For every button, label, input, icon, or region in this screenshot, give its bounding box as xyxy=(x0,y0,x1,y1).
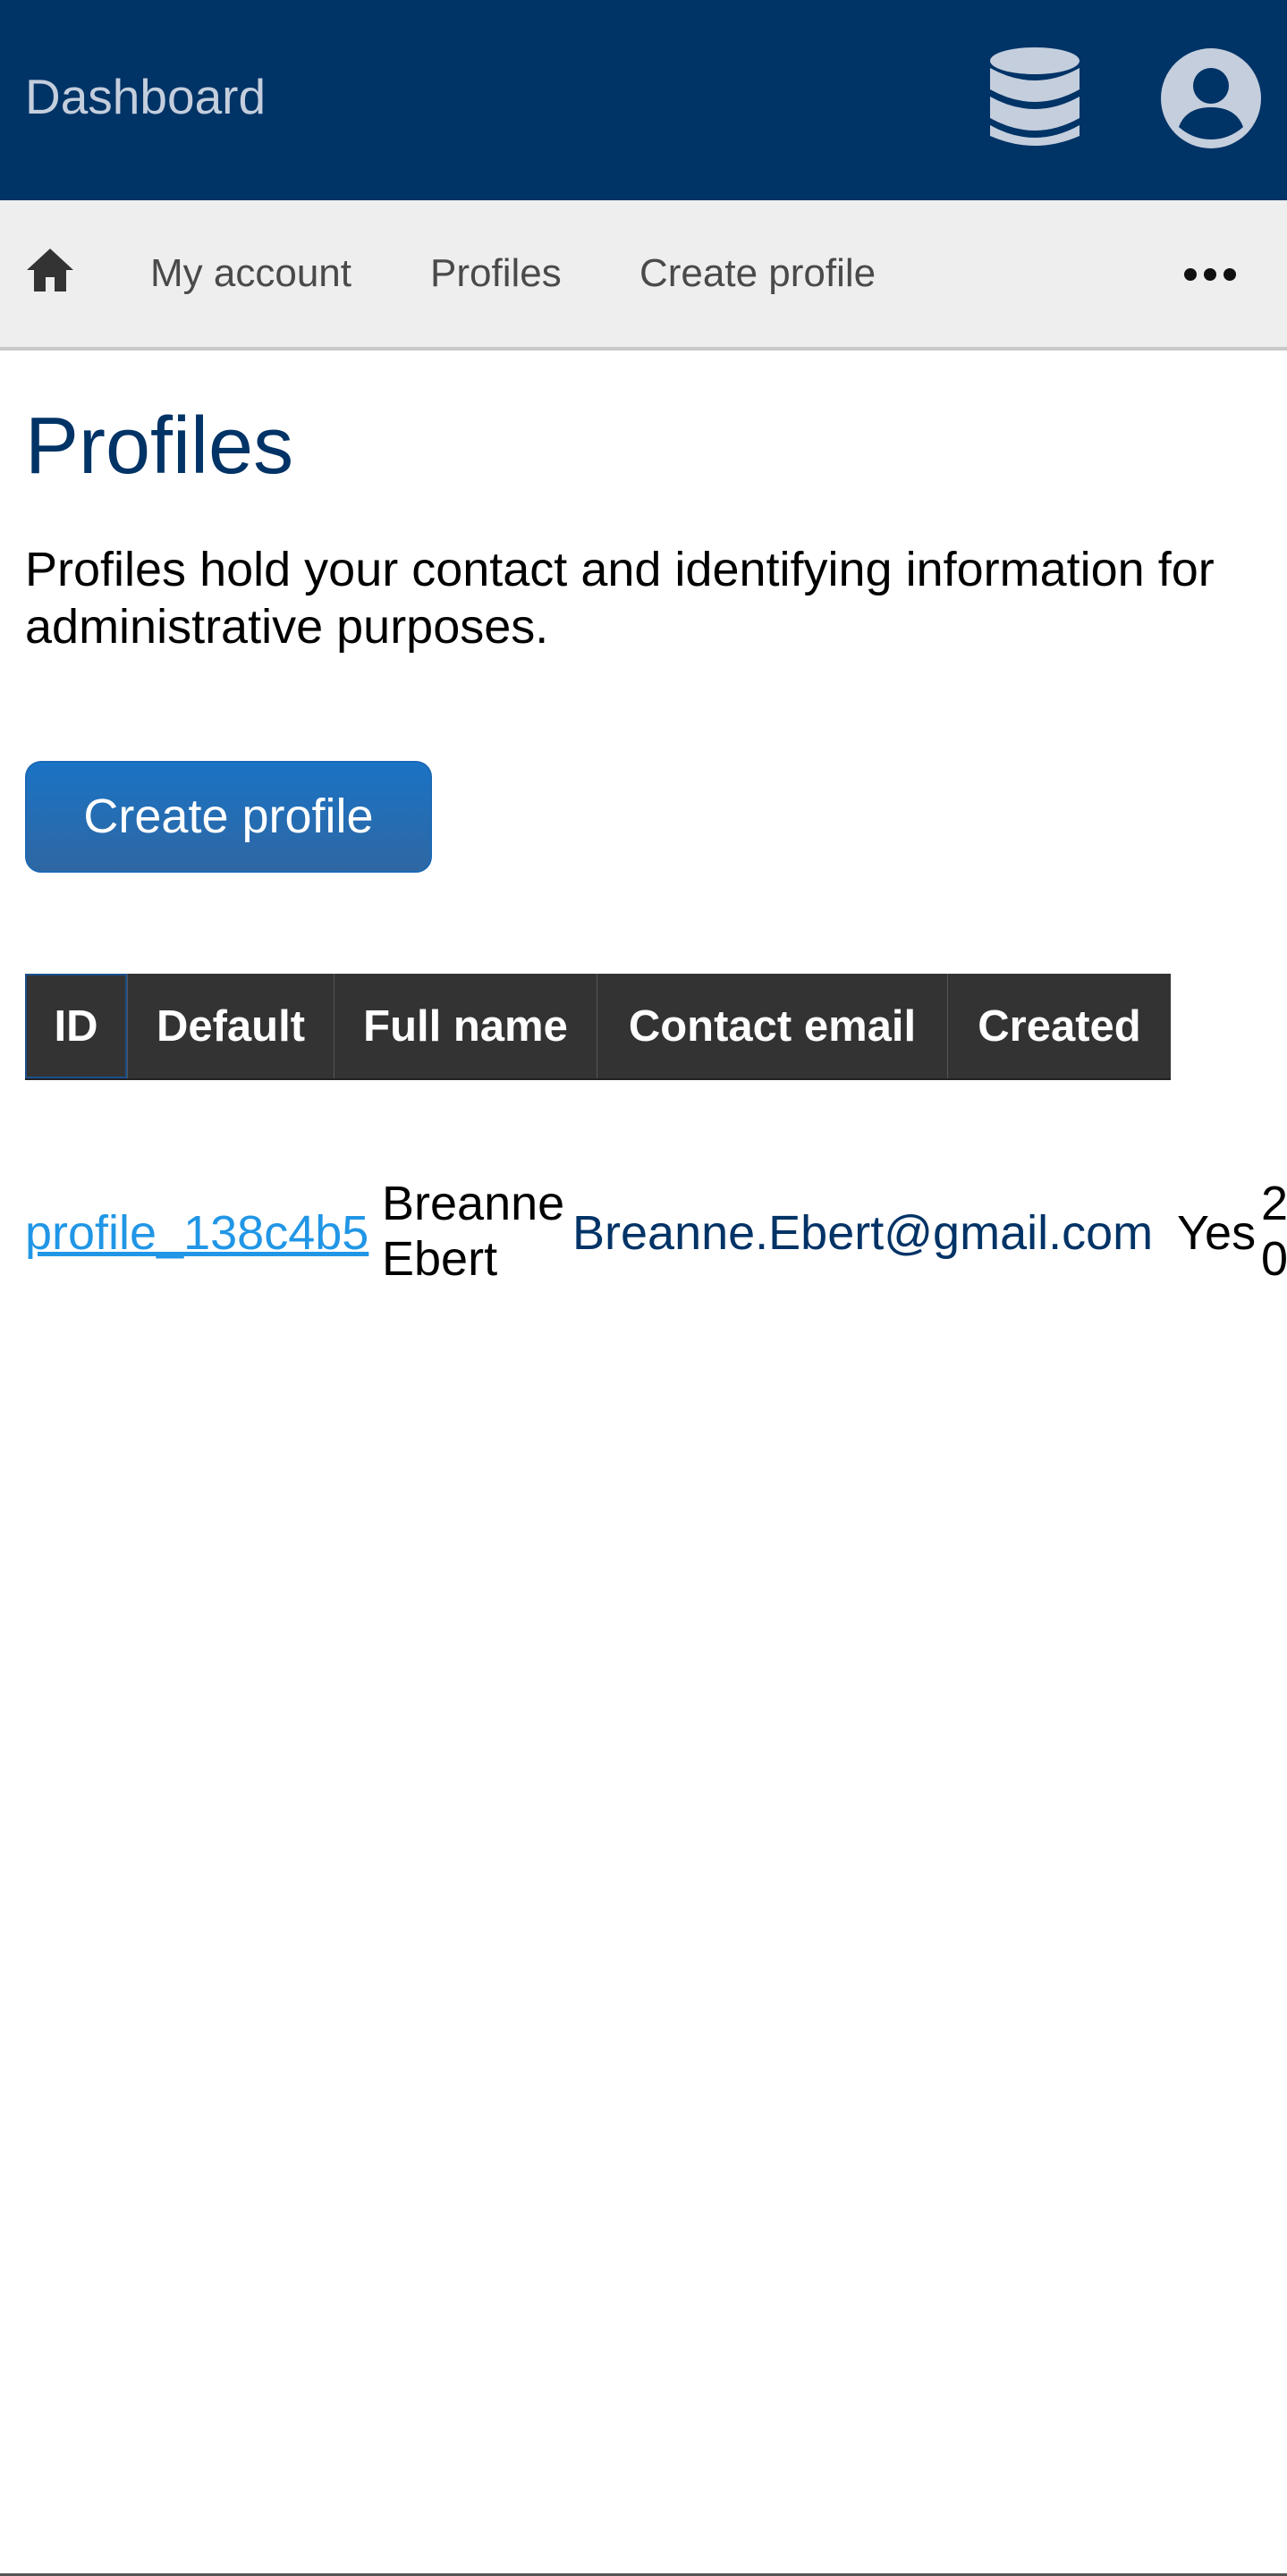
table-header: ID Default Full name Contact email Creat… xyxy=(25,974,1171,1080)
profile-id-link[interactable]: profile_138c4b5 xyxy=(25,1205,368,1261)
account-circle-icon[interactable] xyxy=(1159,46,1263,150)
page-title: Profiles xyxy=(25,401,294,491)
nav-my-account[interactable]: My account xyxy=(150,250,351,297)
profile-created: 2 0 xyxy=(1261,1177,1287,1286)
main-navbar: My account Profiles Create profile xyxy=(0,200,1287,351)
column-header-full-name[interactable]: Full name xyxy=(334,974,597,1078)
database-icon[interactable] xyxy=(988,46,1081,152)
profile-contact-email: Breanne.Ebert@gmail.com xyxy=(572,1206,1154,1260)
page-description: Profiles hold your contact and identifyi… xyxy=(25,543,1215,654)
profile-default: Yes xyxy=(1177,1206,1257,1260)
profile-full-name: Breanne Ebert xyxy=(382,1177,565,1286)
home-icon[interactable] xyxy=(25,245,75,295)
dashboard-link[interactable]: Dashboard xyxy=(25,68,266,125)
nav-create-profile[interactable]: Create profile xyxy=(639,250,876,297)
column-header-default[interactable]: Default xyxy=(127,974,334,1078)
more-horizontal-icon[interactable] xyxy=(1182,261,1238,288)
create-profile-button[interactable]: Create profile xyxy=(25,761,432,873)
app-header: Dashboard xyxy=(0,0,1287,200)
column-header-id[interactable]: ID xyxy=(25,974,127,1078)
column-header-created[interactable]: Created xyxy=(947,974,1171,1078)
column-header-contact-email[interactable]: Contact email xyxy=(597,974,947,1078)
nav-profiles[interactable]: Profiles xyxy=(430,250,562,297)
